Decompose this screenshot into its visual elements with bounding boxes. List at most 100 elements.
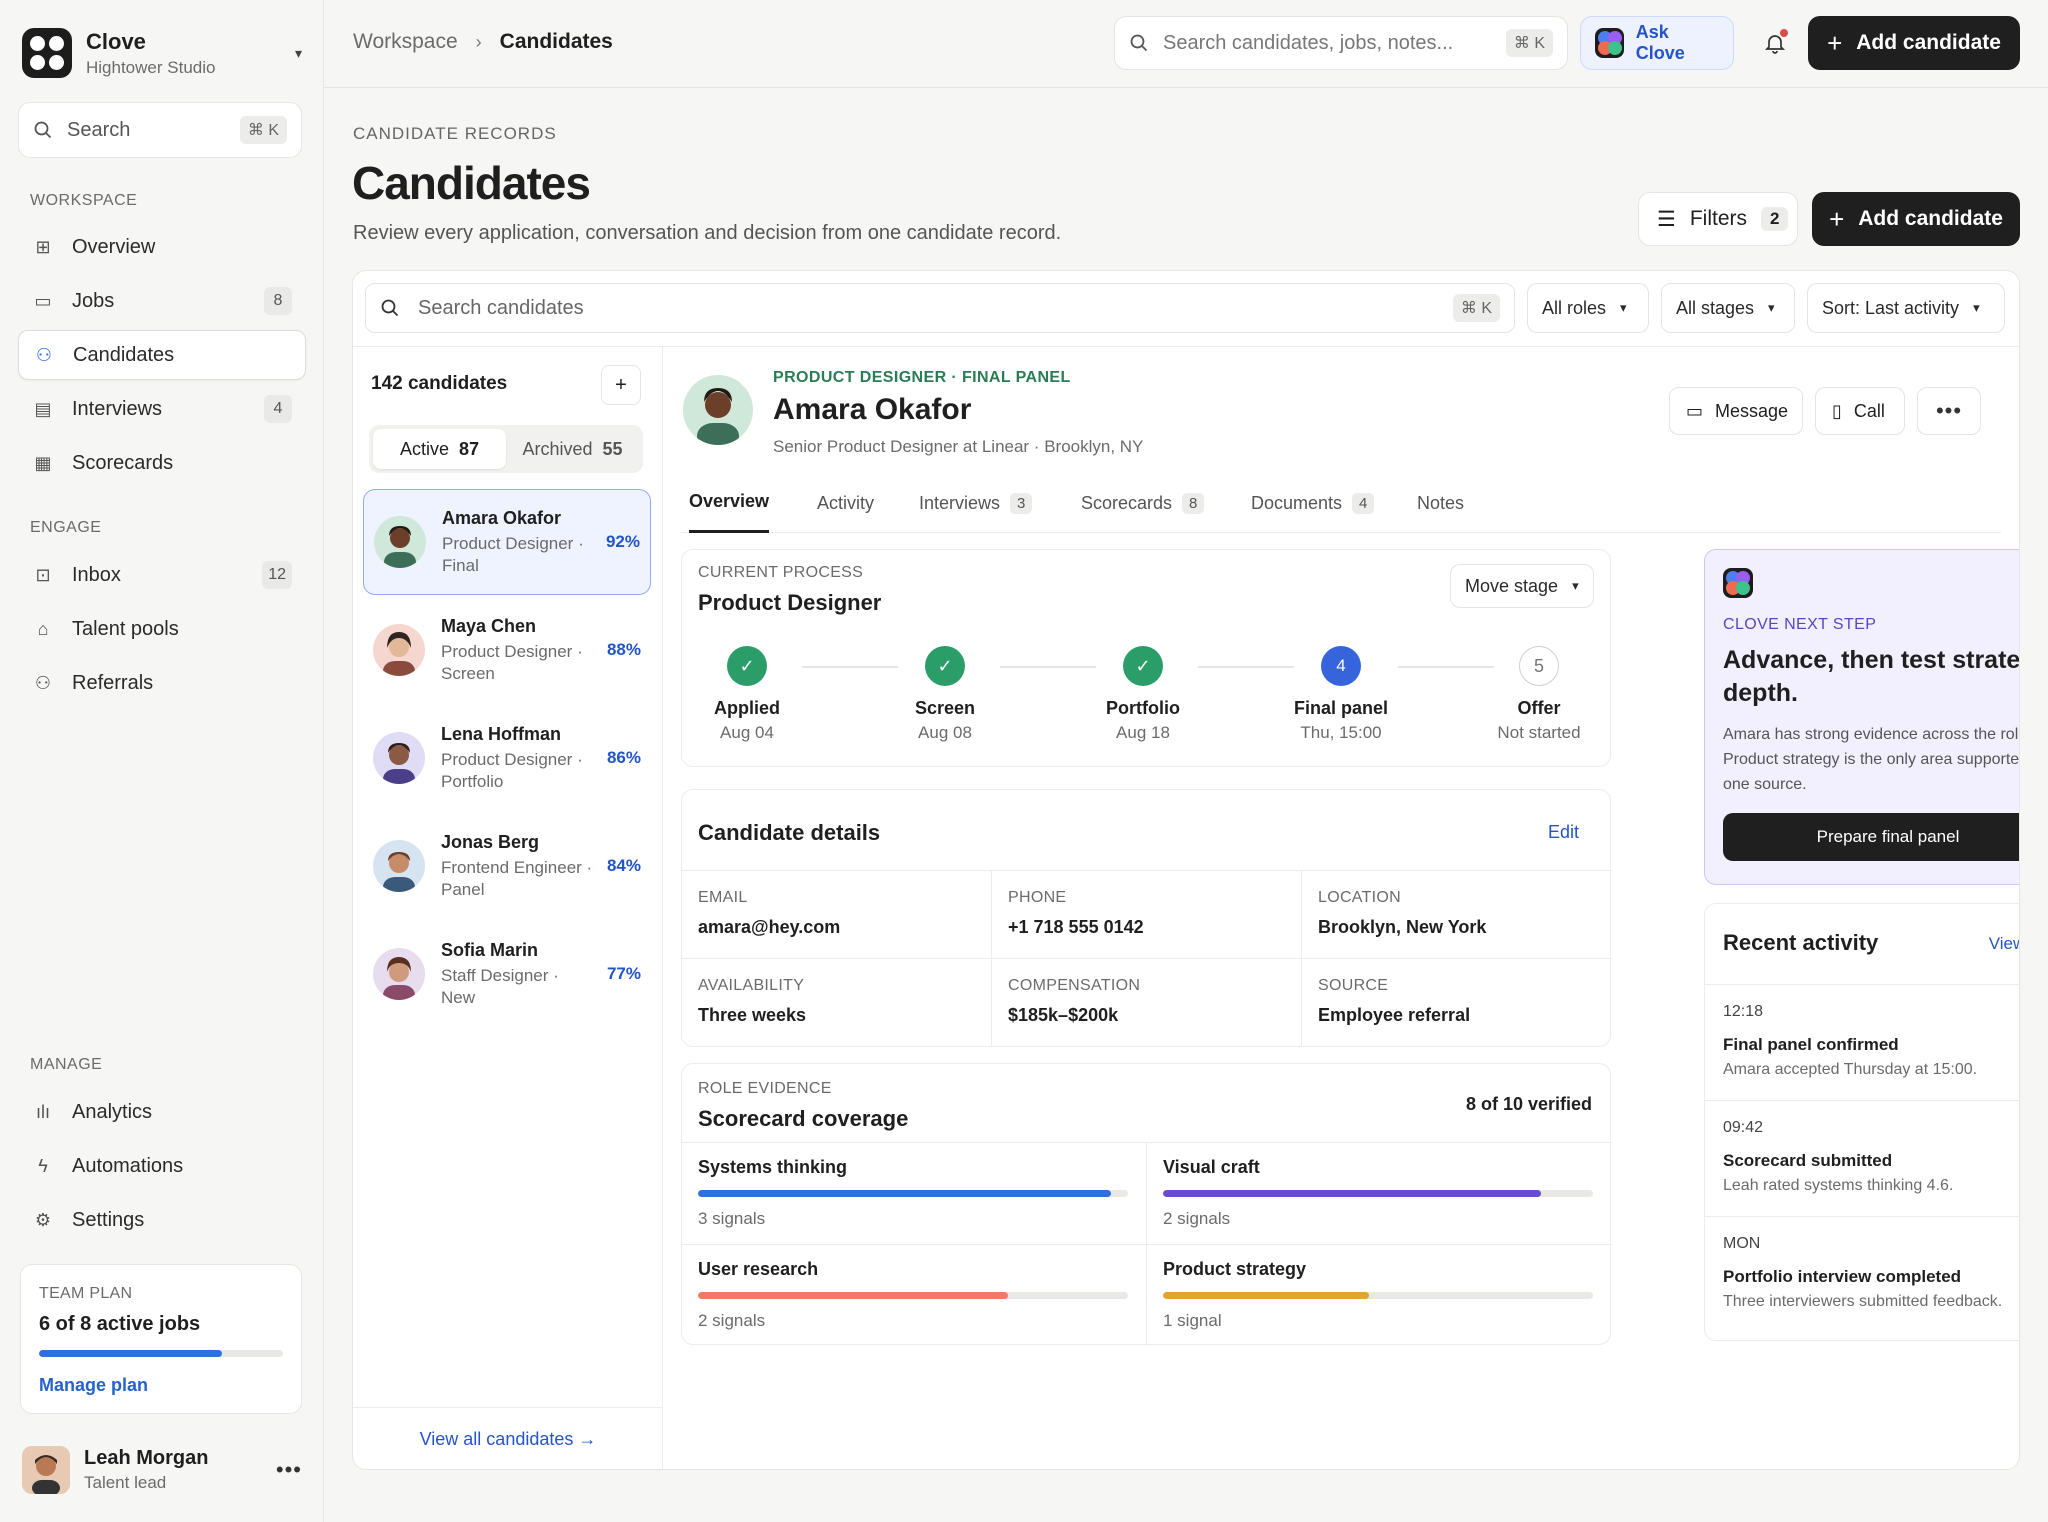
activity-title: Final panel confirmed — [1723, 1035, 1899, 1054]
scorecard-title: Scorecard coverage — [698, 1106, 909, 1131]
scorecard-eyebrow: ROLE EVIDENCE — [698, 1080, 832, 1097]
avatar — [373, 732, 425, 784]
tab-archived[interactable]: Archived 55 — [506, 429, 639, 469]
sidebar-item-inbox[interactable]: ⊡ Inbox 12 — [18, 550, 306, 600]
message-button[interactable]: ▭ Message — [1669, 387, 1803, 435]
tab-count: 55 — [602, 438, 623, 459]
shortcut-hint: ⌘ K — [1505, 29, 1553, 57]
candidate-search-input[interactable]: Search candidates ⌘ K — [365, 283, 1515, 333]
detail-value[interactable]: +1 718 555 0142 — [1008, 917, 1285, 938]
user-plus-icon: ⚇ — [35, 344, 53, 365]
candidate-role-line: PRODUCT DESIGNER · FINAL PANEL — [773, 369, 1071, 386]
score-item: Systems thinking 3 signals — [682, 1142, 1147, 1244]
workspace-switcher[interactable]: Clove Hightower Studio ▾ — [22, 24, 302, 82]
sidebar-item-label: Inbox — [72, 563, 121, 586]
tab-active[interactable]: Active 87 — [373, 429, 506, 469]
process-eyebrow: CURRENT PROCESS — [698, 564, 864, 581]
stages-dropdown[interactable]: All stages ▾ — [1661, 283, 1795, 333]
sort-dropdown[interactable]: Sort: Last activity ▾ — [1807, 283, 2005, 333]
tab-interviews[interactable]: Interviews 3 — [919, 473, 1033, 533]
section-title-engage: ENGAGE — [30, 519, 102, 536]
tab-activity[interactable]: Activity — [817, 473, 874, 533]
plus-icon: + — [1827, 27, 1843, 58]
candidate-list: 142 candidates + Active 87 Archived 55 Ama… — [353, 347, 663, 1469]
tab-scorecards[interactable]: Scorecards 8 — [1081, 473, 1205, 533]
sidebar-item-scorecards[interactable]: ▦ Scorecards — [18, 438, 306, 488]
sidebar-item-label: Overview — [72, 235, 156, 258]
breadcrumb-candidates: Candidates — [499, 30, 613, 53]
sidebar-item-settings[interactable]: ⚙ Settings — [18, 1195, 306, 1245]
add-candidate-button[interactable]: + Add candidate — [1808, 16, 2020, 70]
list-item[interactable]: Jonas Berg Frontend Engineer · Panel 84% — [363, 813, 651, 919]
manage-plan-link[interactable]: Manage plan — [39, 1375, 283, 1396]
sidebar-search[interactable]: Search ⌘ K — [18, 102, 302, 158]
activity-item[interactable]: 09:42 Scorecard submitted Leah rated sys… — [1705, 1100, 2019, 1216]
step-name: Portfolio — [1106, 698, 1180, 718]
shortcut-hint: ⌘ K — [239, 116, 287, 144]
score-name: User research — [698, 1259, 819, 1279]
detail-email: EMAIL amara@hey.com — [682, 870, 992, 958]
global-search-placeholder: Search candidates, jobs, notes... — [1163, 31, 1454, 54]
sidebar-item-analytics[interactable]: ılı Analytics — [18, 1087, 306, 1137]
detail-value: Three weeks — [698, 1005, 807, 1025]
activity-item[interactable]: 12:18 Final panel confirmed Amara accept… — [1705, 984, 2019, 1100]
candidate-stage: Screen — [441, 663, 495, 683]
ask-clove-button[interactable]: Ask Clove — [1580, 16, 1734, 70]
tab-count: 8 — [1182, 492, 1205, 514]
prepare-final-panel-button[interactable]: Prepare final panel — [1723, 813, 2019, 861]
list-item[interactable]: Amara Okafor Product Designer · Final 92% — [363, 489, 651, 595]
score-name: Product strategy — [1163, 1259, 1307, 1279]
candidate-details-card: Candidate details Edit EMAIL amara@hey.co… — [681, 789, 1612, 1047]
tab-notes[interactable]: Notes — [1417, 473, 1464, 533]
view-all-candidates-link[interactable]: View all candidates → — [353, 1407, 663, 1469]
activity-desc: Three interviewers submitted feedback. — [1723, 1293, 2003, 1310]
list-item[interactable]: Sofia Marin Staff Designer · New 77% — [363, 921, 651, 1027]
add-candidate-small-button[interactable]: + — [601, 365, 641, 405]
sidebar-item-overview[interactable]: ⊞ Overview — [18, 222, 306, 272]
candidate-role: Staff Designer · — [441, 965, 559, 985]
sidebar-item-talent-pools[interactable]: ⌂ Talent pools — [18, 604, 306, 654]
score-bar — [698, 1190, 1128, 1197]
list-item[interactable]: Maya Chen Product Designer · Screen 88% — [363, 597, 651, 703]
score-signals: 2 signals — [698, 1311, 766, 1330]
add-candidate-button-primary[interactable]: + Add candidate — [1812, 192, 2020, 246]
roles-dropdown[interactable]: All roles ▾ — [1527, 283, 1649, 333]
tab-overview[interactable]: Overview — [689, 473, 770, 533]
call-button[interactable]: ▯ Call — [1815, 387, 1905, 435]
breadcrumb-workspace[interactable]: Workspace — [353, 30, 458, 54]
match-score: 77% — [606, 964, 641, 983]
sidebar-item-interviews[interactable]: ▤ Interviews 4 — [18, 384, 306, 434]
sidebar-item-jobs[interactable]: ▭ Jobs 8 — [18, 276, 306, 326]
sidebar-item-candidates[interactable]: ⚇ Candidates — [18, 330, 306, 380]
chevron-right-icon: › — [475, 31, 482, 52]
more-icon[interactable]: ••• — [276, 1457, 302, 1483]
score-signals: 1 signal — [1163, 1311, 1222, 1330]
sidebar-item-label: Candidates — [73, 343, 175, 366]
score-item: User research 2 signals — [682, 1244, 1147, 1346]
tab-documents[interactable]: Documents 4 — [1251, 473, 1375, 533]
recent-activity-title: Recent activity — [1723, 930, 1879, 955]
users-icon: ⚇ — [34, 672, 52, 693]
user-profile[interactable]: Leah Morgan Talent lead ••• — [22, 1440, 302, 1500]
plus-icon: + — [615, 373, 627, 396]
edit-details-link[interactable]: Edit — [1548, 822, 1579, 843]
global-search-input[interactable]: Search candidates, jobs, notes... ⌘ K — [1114, 16, 1568, 70]
move-stage-dropdown[interactable]: Move stage ▾ — [1450, 564, 1594, 608]
score-bar-fill — [698, 1292, 1008, 1299]
view-all-activity-link[interactable]: View all — [1989, 934, 2019, 954]
tab-label: Notes — [1417, 492, 1465, 513]
notifications-button[interactable] — [1748, 16, 1802, 70]
filters-count: 2 — [1761, 207, 1789, 231]
next-step-title: Advance, then test strategy depth. — [1723, 646, 2020, 707]
list-item[interactable]: Lena Hoffman Product Designer · Portfolio… — [363, 705, 651, 811]
detail-value[interactable]: amara@hey.com — [698, 917, 975, 938]
activity-item[interactable]: MON Portfolio interview completed Three … — [1705, 1216, 2019, 1332]
main-content: Workspace › Candidates Search candidates… — [324, 0, 2048, 1522]
sidebar-item-automations[interactable]: ϟ Automations — [18, 1141, 306, 1191]
activity-time: MON — [1723, 1235, 1761, 1252]
more-actions-button[interactable]: ••• — [1917, 387, 1981, 435]
step-final-panel: 4 Final panel Thu, 15:00 — [1266, 646, 1416, 743]
filters-button[interactable]: ☰ Filters 2 — [1638, 192, 1798, 246]
sidebar-item-referrals[interactable]: ⚇ Referrals — [18, 658, 306, 708]
section-title-manage: MANAGE — [30, 1056, 103, 1073]
